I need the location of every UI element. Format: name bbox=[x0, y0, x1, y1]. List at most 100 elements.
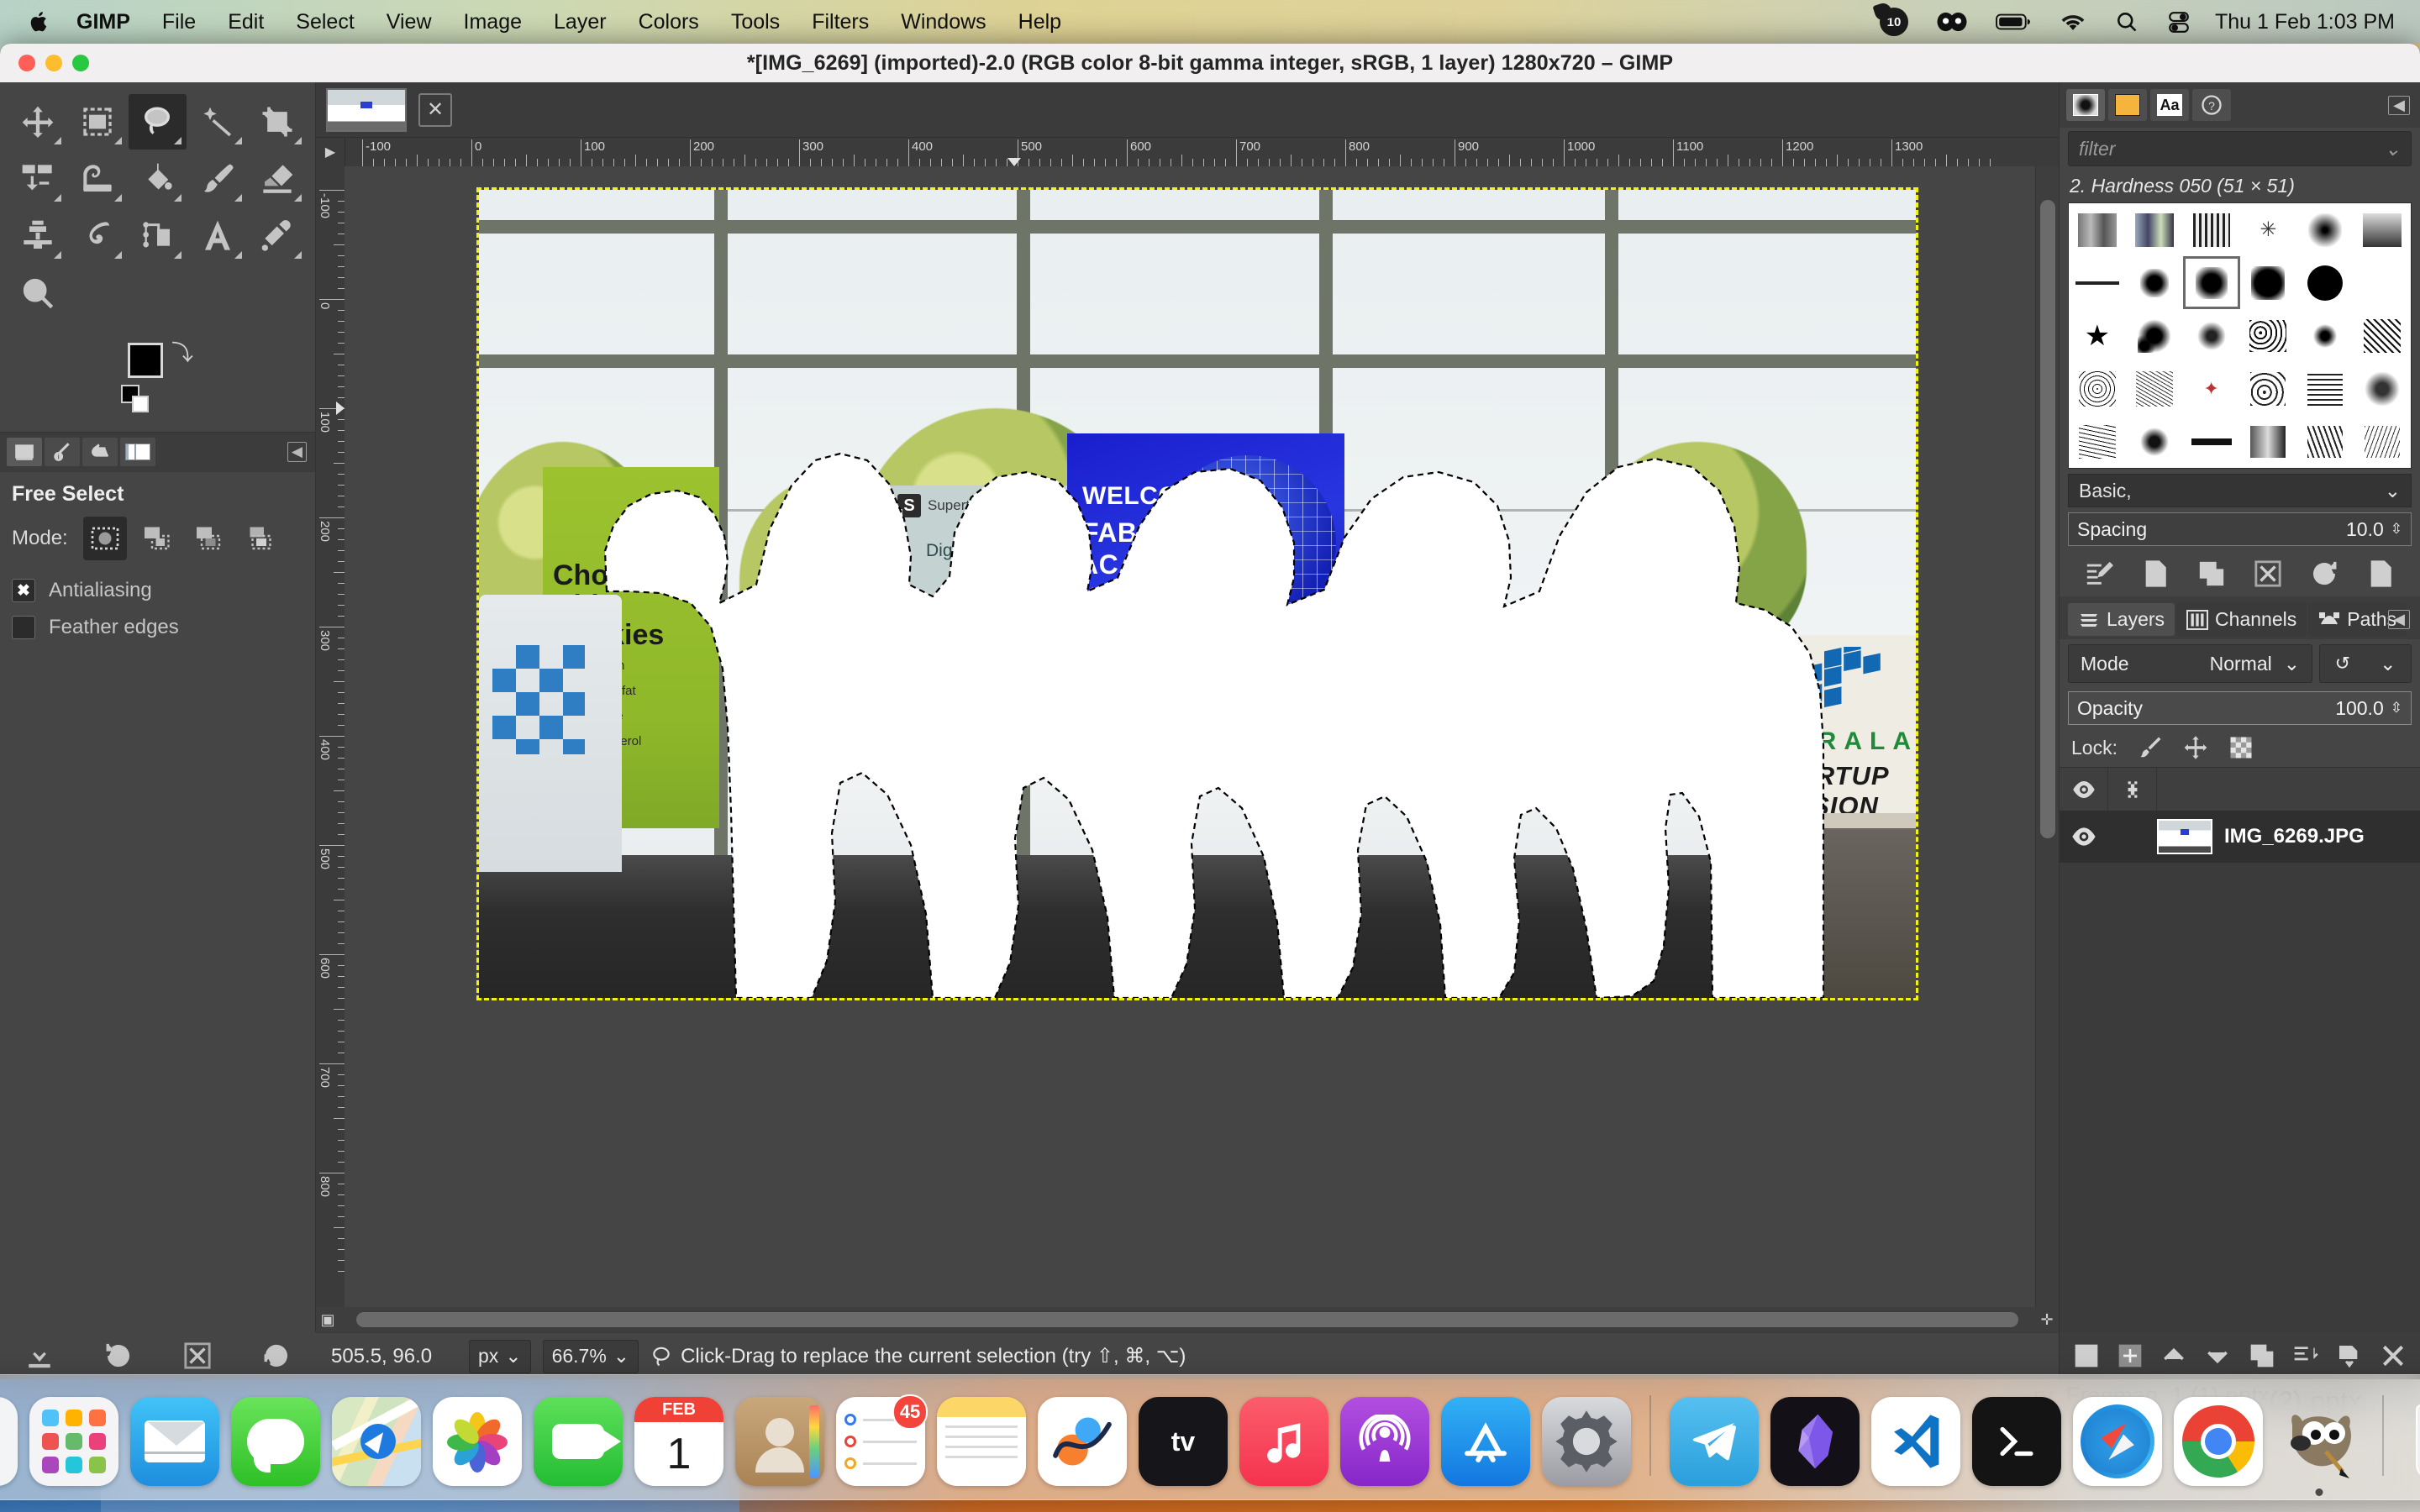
antialiasing-checkbox[interactable]: ✖ bbox=[12, 579, 35, 602]
chevron-down-icon[interactable]: ⌄ bbox=[2385, 138, 2401, 160]
chevron-down-icon[interactable]: ⌄ bbox=[2385, 480, 2401, 502]
layer-name[interactable]: IMG_6269.JPG bbox=[2224, 825, 2365, 848]
image-tab-thumbnail[interactable] bbox=[326, 87, 407, 132]
new-brush-icon[interactable] bbox=[2141, 559, 2170, 588]
menu-item-help[interactable]: Help bbox=[1002, 10, 1077, 34]
ruler-origin-icon[interactable]: ▶ bbox=[316, 138, 345, 166]
chevron-down-icon[interactable]: ⌄ bbox=[2380, 653, 2396, 675]
transform-tool[interactable] bbox=[8, 151, 66, 207]
clone-stamp-tool[interactable] bbox=[8, 208, 66, 264]
raise-layer-icon[interactable] bbox=[2160, 1342, 2187, 1369]
mode-add-to-selection[interactable] bbox=[135, 517, 179, 560]
dock-item-obsidian[interactable] bbox=[1770, 1397, 1860, 1486]
reset-tool-options-icon[interactable] bbox=[262, 1341, 291, 1370]
apple-logo-icon[interactable] bbox=[0, 9, 73, 34]
brush-cell[interactable] bbox=[2354, 256, 2411, 309]
brush-group-select[interactable]: Basic, ⌄ bbox=[2068, 474, 2412, 507]
dock-item-messages[interactable] bbox=[231, 1397, 320, 1486]
visibility-column-header[interactable] bbox=[2060, 767, 2108, 811]
menu-item-colors[interactable]: Colors bbox=[623, 10, 715, 34]
dock-item-facetime[interactable] bbox=[534, 1397, 623, 1486]
dock-item-terminal[interactable] bbox=[1972, 1397, 2061, 1486]
delete-brush-icon[interactable] bbox=[2254, 559, 2282, 588]
merge-down-icon[interactable] bbox=[2336, 1342, 2363, 1369]
lower-layer-icon[interactable] bbox=[2204, 1342, 2231, 1369]
canvas-viewport[interactable]: Choco Chip Cookies • Protein rich • Zero… bbox=[345, 166, 2035, 1307]
undo-history-tab[interactable] bbox=[82, 438, 118, 466]
dock-item-vs-code[interactable] bbox=[1871, 1397, 1960, 1486]
menu-bar-clock[interactable]: Thu 1 Feb 1:03 PM bbox=[2205, 10, 2395, 34]
zoom-tool[interactable] bbox=[8, 265, 66, 321]
brush-cell[interactable] bbox=[2240, 415, 2297, 468]
table-row[interactable]: IMG_6269.JPG bbox=[2060, 811, 2420, 863]
search-icon[interactable] bbox=[2101, 10, 2153, 34]
tab-layers[interactable]: Layers bbox=[2068, 603, 2175, 636]
collapse-right-dock-icon[interactable]: ◀ bbox=[2388, 95, 2410, 115]
anchor-layer-icon[interactable] bbox=[2292, 1342, 2319, 1369]
brush-cell[interactable] bbox=[2354, 415, 2411, 468]
brush-filter-input[interactable]: filter ⌄ bbox=[2068, 131, 2412, 166]
gradient-tool[interactable] bbox=[129, 208, 187, 264]
vertical-scroll-thumb[interactable] bbox=[2040, 200, 2055, 838]
lock-alpha-icon[interactable] bbox=[2228, 735, 2254, 760]
dock-item-app-store[interactable] bbox=[1441, 1397, 1530, 1486]
chevron-down-icon[interactable]: ⌄ bbox=[2284, 653, 2300, 675]
horizontal-ruler[interactable]: -100 0 100 200 300 400 500 600 700 800 900 1000 1100… bbox=[345, 138, 2059, 166]
mode-subtract-from-selection[interactable] bbox=[187, 517, 231, 560]
foreground-color-swatch[interactable] bbox=[128, 343, 163, 378]
delete-tool-preset-icon[interactable] bbox=[183, 1341, 212, 1370]
menu-item-tools[interactable]: Tools bbox=[715, 10, 796, 34]
layer-thumbnail[interactable] bbox=[2157, 819, 2212, 854]
save-tool-preset-icon[interactable] bbox=[25, 1341, 54, 1370]
brush-cell[interactable] bbox=[2069, 256, 2126, 309]
brush-cell[interactable] bbox=[2126, 203, 2183, 256]
brush-cell[interactable] bbox=[2183, 415, 2240, 468]
brush-cell[interactable]: ★ bbox=[2069, 309, 2126, 362]
brush-cell[interactable] bbox=[2296, 362, 2354, 415]
dock-item-reminders[interactable]: 45 bbox=[836, 1394, 928, 1486]
swap-colors-icon[interactable]: ⤵ bbox=[171, 336, 193, 367]
brush-cell[interactable] bbox=[2296, 256, 2354, 309]
wifi-icon[interactable] bbox=[2045, 12, 2101, 32]
dock-item-maps[interactable] bbox=[332, 1397, 421, 1486]
brush-cell[interactable] bbox=[2296, 309, 2354, 362]
brush-cell[interactable] bbox=[2240, 256, 2297, 309]
eraser-tool[interactable] bbox=[249, 151, 307, 207]
dock-item-trash[interactable] bbox=[2402, 1397, 2420, 1486]
menu-item-view[interactable]: View bbox=[371, 10, 448, 34]
images-tab[interactable] bbox=[120, 438, 155, 466]
dock-item-launchpad[interactable] bbox=[29, 1397, 118, 1486]
close-button[interactable] bbox=[18, 55, 35, 71]
spinner-icon[interactable]: ⇳ bbox=[2391, 521, 2402, 538]
canvas-vertical-scrollbar[interactable] bbox=[2035, 166, 2059, 1307]
warp-tool[interactable] bbox=[68, 151, 126, 207]
patterns-tab[interactable] bbox=[2108, 89, 2147, 121]
quick-mask-toggle-icon[interactable]: ▣ bbox=[316, 1307, 339, 1332]
dock-item-finder[interactable] bbox=[0, 1397, 18, 1486]
battery-icon[interactable] bbox=[1981, 13, 2045, 31]
menu-item-image[interactable]: Image bbox=[448, 10, 538, 34]
navigation-preview-icon[interactable]: ✛ bbox=[2035, 1307, 2059, 1332]
dock-item-photos[interactable] bbox=[433, 1397, 522, 1486]
dock-item-gimp[interactable] bbox=[2275, 1397, 2364, 1496]
open-brush-icon[interactable] bbox=[2366, 559, 2395, 588]
menu-item-filters[interactable]: Filters bbox=[796, 10, 885, 34]
collapse-layers-dock-icon[interactable]: ◀ bbox=[2388, 610, 2410, 629]
brush-cell[interactable] bbox=[2354, 309, 2411, 362]
feather-edges-checkbox[interactable]: ✖ bbox=[12, 616, 35, 639]
color-picker-tool[interactable] bbox=[249, 208, 307, 264]
brush-cell[interactable] bbox=[2240, 362, 2297, 415]
dock-item-podcasts[interactable] bbox=[1340, 1397, 1429, 1486]
duplicate-brush-icon[interactable] bbox=[2197, 559, 2226, 588]
close-x-icon[interactable]: ✕ bbox=[418, 92, 452, 127]
masked-face-icon[interactable] bbox=[1923, 12, 1981, 32]
new-layer-icon[interactable] bbox=[2073, 1342, 2100, 1369]
tab-channels[interactable]: Channels bbox=[2176, 603, 2307, 636]
bucket-fill-tool[interactable] bbox=[129, 151, 187, 207]
menu-item-edit[interactable]: Edit bbox=[212, 10, 280, 34]
rectangle-select-tool[interactable] bbox=[68, 94, 126, 150]
dock-item-system-settings[interactable] bbox=[1542, 1397, 1631, 1486]
spinner-icon[interactable]: ⇳ bbox=[2391, 700, 2402, 717]
dock-item-notes[interactable] bbox=[937, 1397, 1026, 1486]
edit-brush-icon[interactable] bbox=[2085, 559, 2114, 588]
